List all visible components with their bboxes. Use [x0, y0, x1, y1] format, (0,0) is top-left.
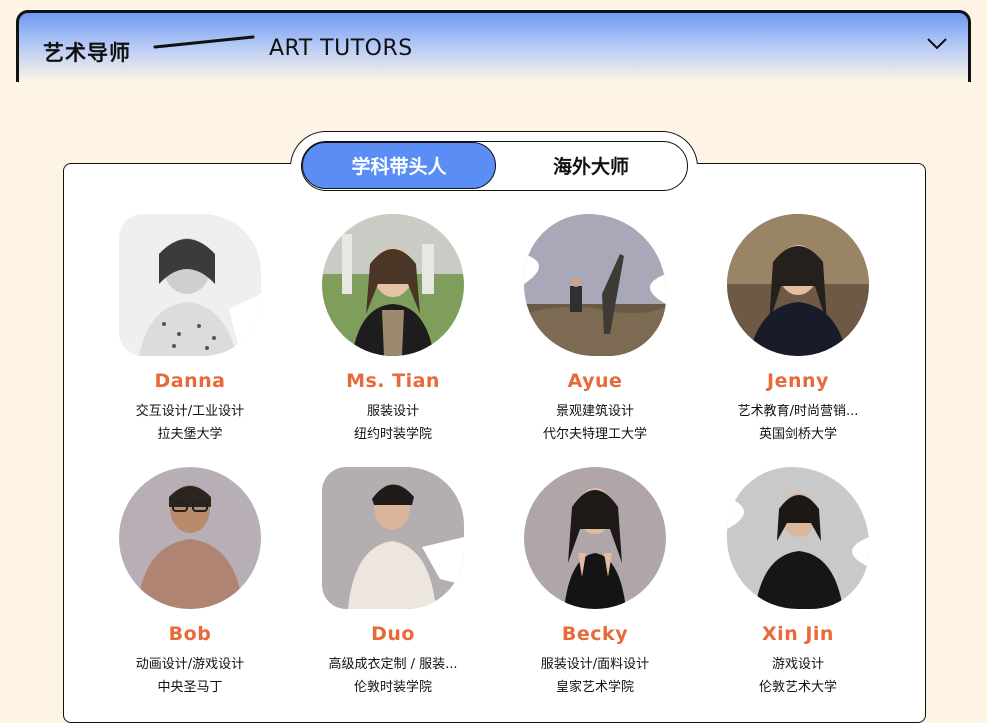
tutor-major: 高级成衣定制 / 服装...	[328, 657, 458, 672]
tab-switcher: 学科带头人 海外大师	[301, 141, 688, 191]
section-title-en: ART TUTORS	[269, 36, 413, 61]
tutor-name: Ayue	[567, 370, 623, 392]
tutor-photo	[524, 467, 666, 609]
tutor-name: Ms. Tian	[346, 370, 440, 392]
section-header[interactable]: 艺术导师 ART TUTORS	[16, 10, 971, 82]
tutor-school: 英国剑桥大学	[758, 427, 837, 442]
chevron-down-icon[interactable]	[926, 37, 948, 51]
tutor-major: 服装设计	[366, 404, 419, 419]
tutor-major: 景观建筑设计	[555, 404, 634, 419]
tutor-major: 交互设计/工业设计	[135, 404, 245, 419]
tutor-name: Becky	[561, 623, 629, 645]
section-title-cn: 艺术导师	[43, 41, 131, 65]
tutor-major: 动画设计/游戏设计	[135, 657, 245, 672]
tutor-school: 伦敦时装学院	[353, 680, 432, 695]
tutor-name: Duo	[371, 623, 415, 645]
tutor-major: 服装设计/面料设计	[540, 657, 650, 672]
tutor-school: 皇家艺术学院	[555, 680, 634, 695]
tutor-school: 代尔夫特理工大学	[542, 427, 647, 442]
tutor-major: 艺术教育/时尚营销...	[737, 404, 859, 419]
tutor-photo	[727, 214, 869, 356]
tab-overseas-masters[interactable]: 海外大师	[494, 142, 688, 189]
tutor-name: Bob	[168, 623, 212, 645]
tutor-school: 纽约时装学院	[353, 427, 432, 442]
tutor-name: Jenny	[767, 370, 829, 392]
tab-discipline-leaders[interactable]: 学科带头人	[302, 141, 496, 189]
tutor-school: 拉夫堡大学	[157, 427, 223, 442]
tutor-photo	[119, 467, 261, 609]
tutor-major: 游戏设计	[771, 657, 824, 672]
decorative-line	[153, 35, 255, 49]
tutor-photo	[322, 467, 464, 609]
tutor-name: Danna	[154, 370, 226, 392]
tutor-school: 伦敦艺术大学	[758, 680, 837, 695]
tutor-name: Xin Jin	[762, 623, 834, 645]
tutor-photo	[322, 214, 464, 356]
tutor-photo	[119, 214, 261, 356]
tutor-school: 中央圣马丁	[157, 680, 223, 695]
